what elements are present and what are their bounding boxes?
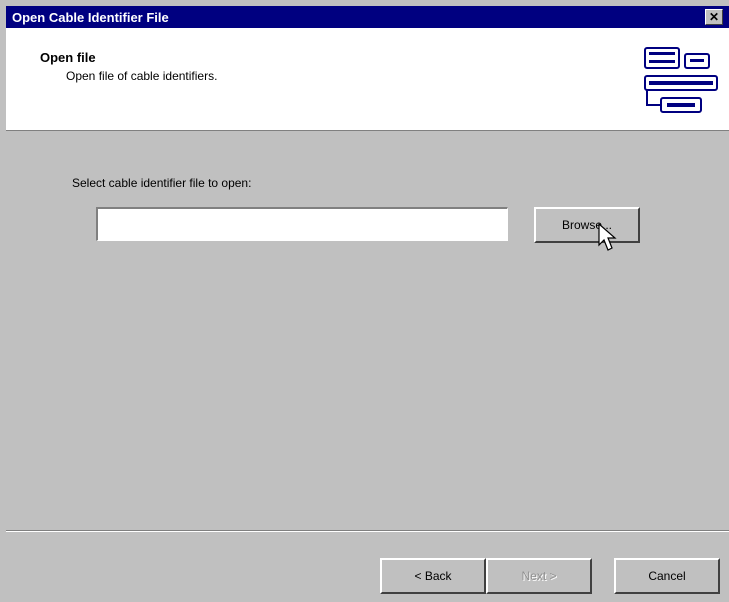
next-label: Next > [521, 569, 557, 583]
file-path-input[interactable] [96, 207, 508, 241]
back-label: < Back [414, 569, 452, 583]
file-prompt-label: Select cable identifier file to open: [72, 176, 252, 190]
next-button[interactable]: Next > [486, 558, 592, 594]
page-subtitle: Open file of cable identifiers. [66, 69, 218, 83]
close-icon: ✕ [708, 10, 720, 24]
cancel-label: Cancel [648, 569, 686, 583]
cable-identifier-icon [644, 47, 718, 113]
back-button[interactable]: < Back [380, 558, 486, 594]
dialog-window: Open Cable Identifier File ✕ Open file O… [0, 0, 729, 602]
title-bar[interactable]: Open Cable Identifier File ✕ [6, 6, 729, 28]
wizard-header: Open file Open file of cable identifiers… [6, 28, 729, 131]
mouse-pointer-icon [598, 223, 617, 251]
cancel-button[interactable]: Cancel [614, 558, 720, 594]
window-title: Open Cable Identifier File [12, 9, 169, 25]
close-button[interactable]: ✕ [705, 9, 723, 25]
browse-button[interactable]: Browse... [534, 207, 640, 243]
page-title: Open file [40, 50, 96, 65]
footer-separator [6, 530, 729, 532]
